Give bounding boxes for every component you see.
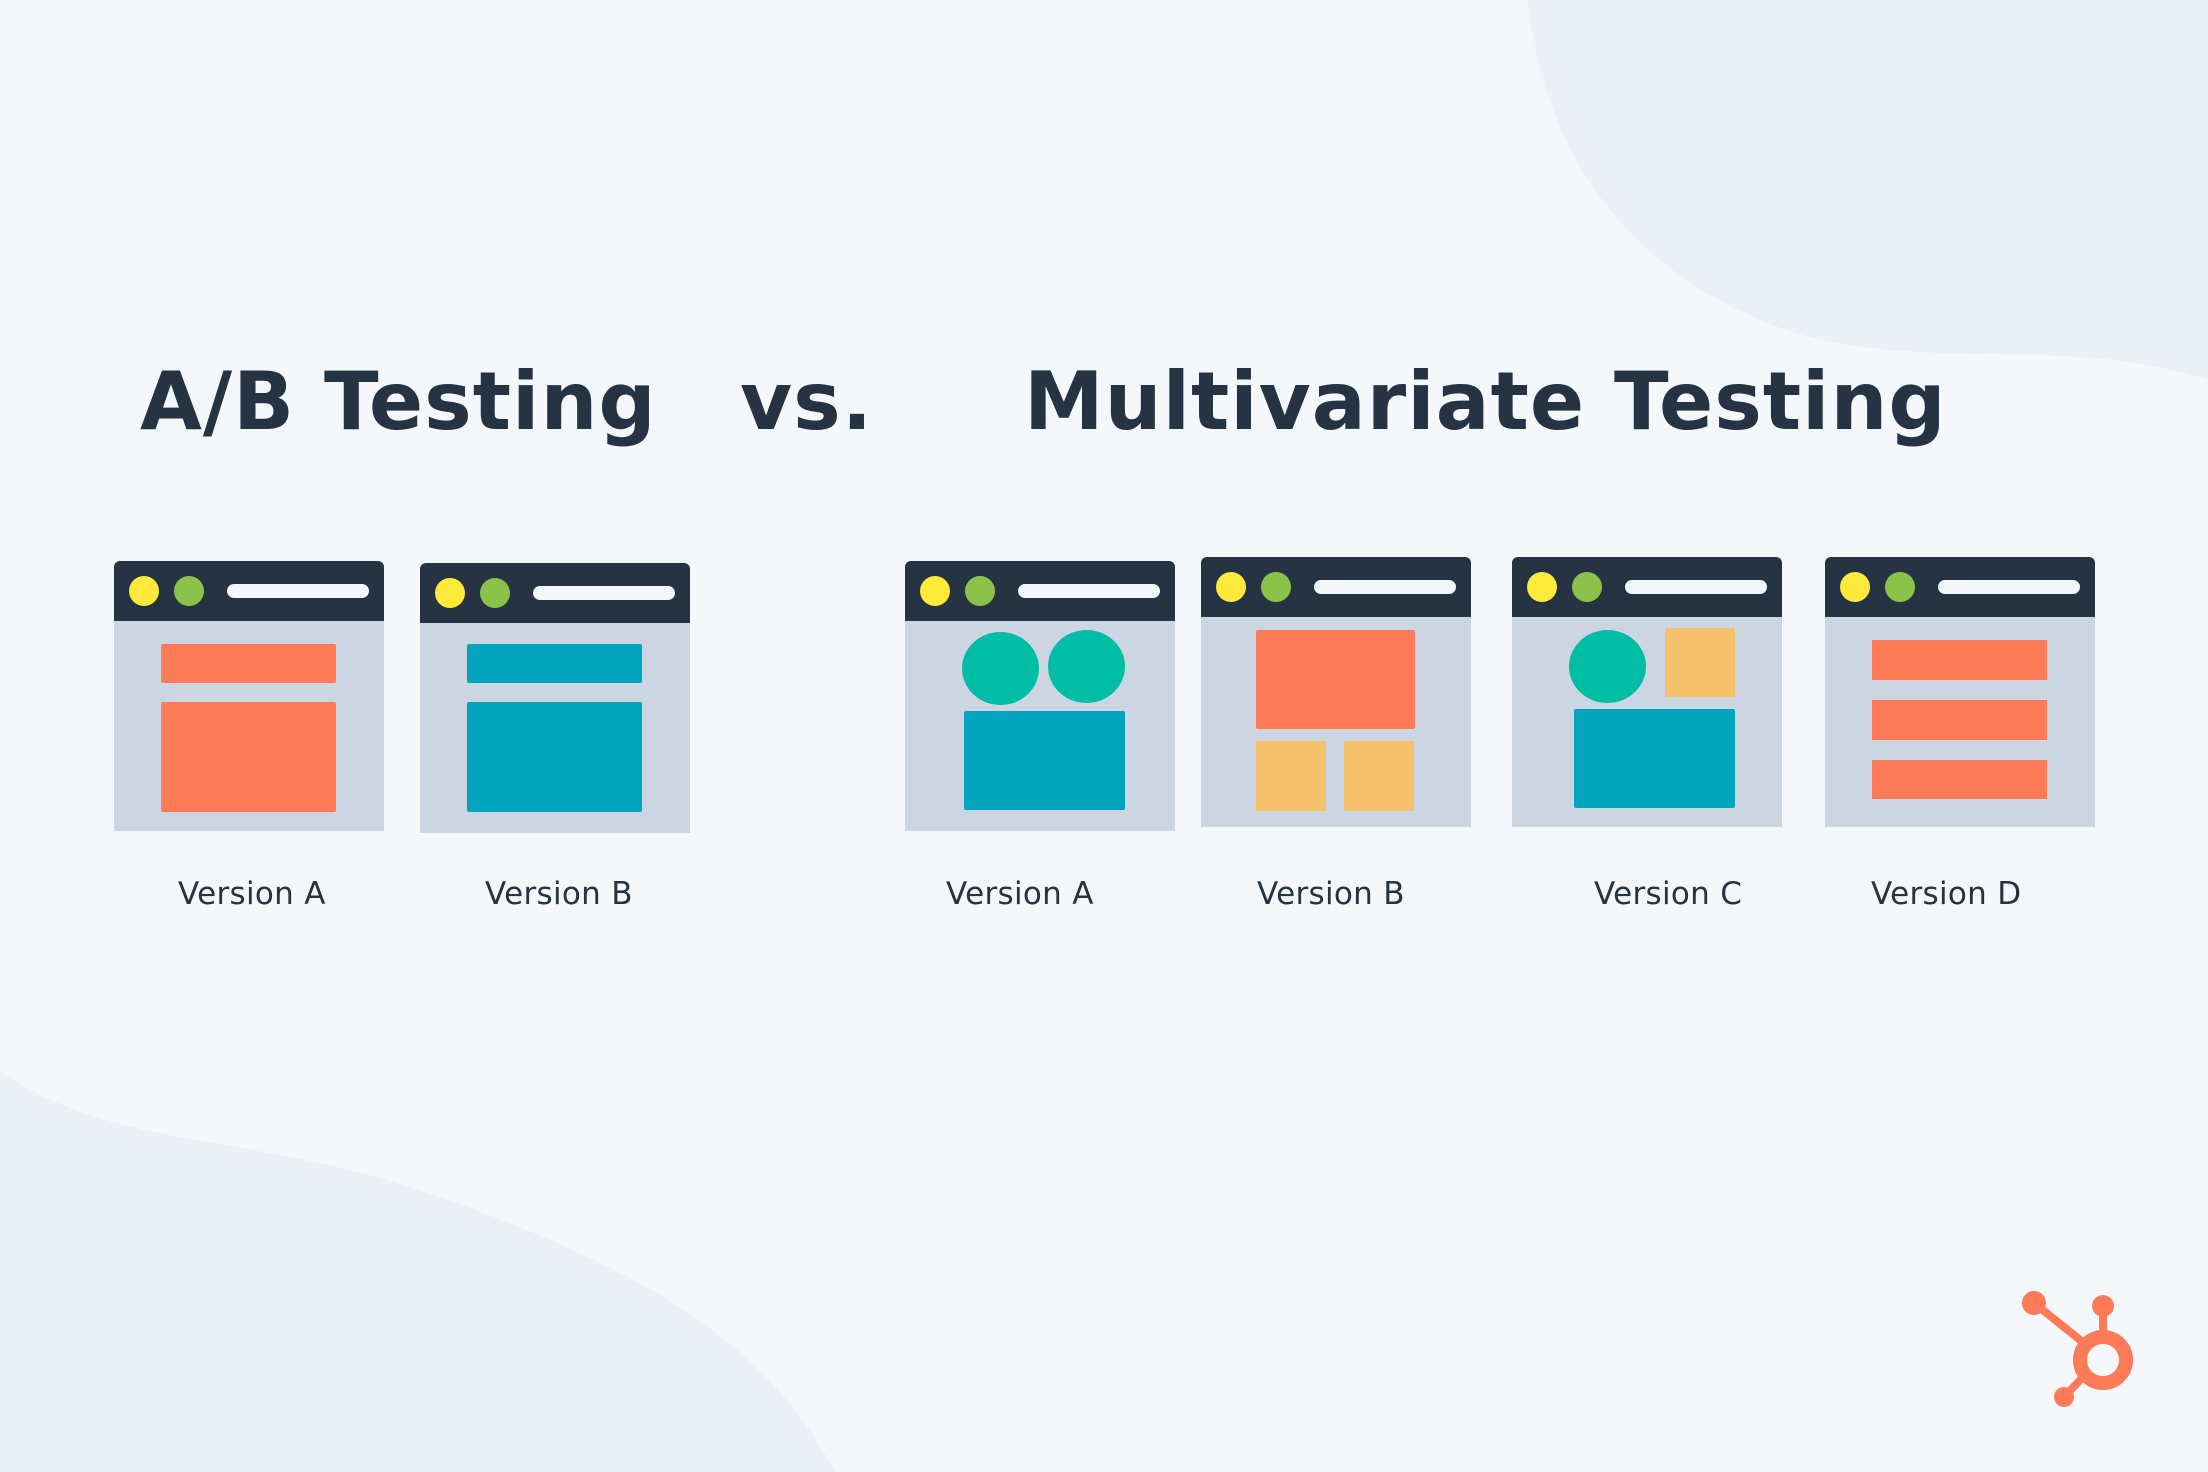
square-element [1256,741,1326,811]
browser-title-bar [1201,557,1471,617]
square-element [1665,628,1735,697]
content-block [161,702,336,812]
window-dot-yellow-icon [435,578,465,608]
mv-version-d-label: Version D [1871,876,2022,912]
header-block [467,644,642,683]
window-dot-green-icon [1885,572,1915,602]
address-bar [1625,580,1767,594]
circle-element [1569,630,1646,703]
bar-element [1872,700,2047,740]
mv-version-b-browser [1201,557,1471,827]
address-bar [1314,580,1456,594]
address-bar [227,584,369,598]
mv-version-a-label: Version A [946,876,1094,912]
hubspot-sprocket-icon [2022,1291,2133,1407]
hero-block [1256,630,1415,729]
address-bar [533,586,675,600]
content-block [964,711,1125,810]
window-dot-yellow-icon [1216,572,1246,602]
browser-title-bar [1512,557,1782,617]
browser-title-bar [114,561,384,621]
ab-version-b-browser [420,563,690,833]
mv-version-a-browser [905,561,1175,831]
ab-version-a-label: Version A [178,876,326,912]
top-right-blob [1527,0,2208,380]
versus-label: vs. [740,355,874,448]
mv-version-d-browser [1825,557,2095,827]
header-block [161,644,336,683]
window-dot-green-icon [1261,572,1291,602]
ab-testing-title: A/B Testing [140,355,657,448]
browser-title-bar [420,563,690,623]
window-dot-yellow-icon [129,576,159,606]
square-element [1344,741,1414,811]
window-dot-green-icon [174,576,204,606]
content-block [1574,709,1735,808]
browser-title-bar [1825,557,2095,617]
mv-version-b-label: Version B [1257,876,1405,912]
bar-element [1872,640,2047,680]
window-dot-green-icon [1572,572,1602,602]
window-dot-green-icon [480,578,510,608]
multivariate-testing-title: Multivariate Testing [1024,355,1947,448]
bottom-left-blob [0,1072,835,1472]
address-bar [1938,580,2080,594]
window-dot-yellow-icon [1840,572,1870,602]
circle-element [1048,630,1125,703]
window-dot-yellow-icon [920,576,950,606]
content-block [467,702,642,812]
window-dot-yellow-icon [1527,572,1557,602]
address-bar [1018,584,1160,598]
ab-version-b-label: Version B [485,876,633,912]
window-dot-green-icon [965,576,995,606]
bar-element [1872,760,2047,799]
circle-element [962,632,1039,705]
browser-title-bar [905,561,1175,621]
mv-version-c-label: Version C [1594,876,1743,912]
ab-version-a-browser [114,561,384,831]
mv-version-c-browser [1512,557,1782,827]
